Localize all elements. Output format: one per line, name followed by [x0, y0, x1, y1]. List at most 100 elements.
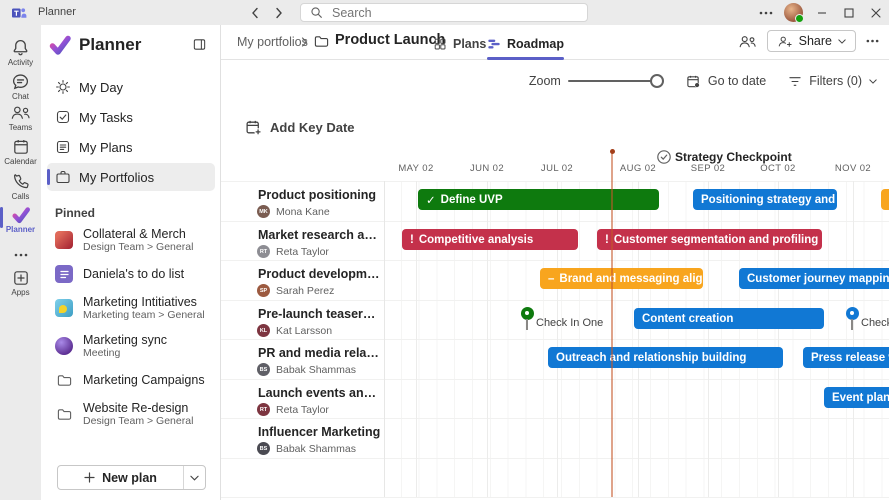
rail-item-teams[interactable]: Teams: [0, 103, 41, 132]
zoom-slider[interactable]: [568, 74, 664, 88]
sidebar-item-my-portfolios[interactable]: My Portfolios: [47, 163, 215, 191]
settings-more-icon[interactable]: [752, 0, 779, 25]
pinned-plan-item[interactable]: Daniela's to do list: [47, 259, 217, 289]
breadcrumb[interactable]: My portfolios: [237, 35, 308, 49]
collapse-pane-icon[interactable]: [192, 37, 207, 52]
task-row-info[interactable]: PR and media relationsBSBabak Shammas: [221, 339, 384, 378]
rail-item-calendar[interactable]: Calendar: [0, 137, 41, 166]
pinned-plan-item[interactable]: Marketing IntitiativesMarketing team > G…: [47, 289, 217, 327]
task-owner-name: Babak Shammas: [276, 443, 356, 455]
sidebar-item-label: My Portfolios: [79, 170, 154, 185]
bar-label: Competitive analysis: [419, 234, 533, 246]
rail-item-label: Teams: [0, 123, 41, 132]
avatar: SP: [257, 284, 270, 297]
sidebar-item-my-day[interactable]: My Day: [47, 73, 215, 101]
search-icon: [310, 6, 323, 19]
share-button[interactable]: Share: [767, 30, 856, 52]
rail-item-calls[interactable]: Calls: [0, 172, 41, 201]
task-bar[interactable]: Outreach and relationship building: [548, 347, 783, 368]
pinned-plan-subtitle: Meeting: [83, 347, 167, 359]
task-bar[interactable]: Content creation: [634, 308, 824, 329]
task-bar[interactable]: Press release writing: [803, 347, 889, 368]
task-row-info[interactable]: Product positioningMKMona Kane: [221, 181, 384, 220]
bar-status-icon: –: [548, 273, 554, 285]
gantt-bars-layer: Product positioningMKMona Kane ✓Define UV…: [221, 25, 889, 500]
task-bar[interactable]: !Competitive analysis: [402, 229, 578, 250]
person-add-icon: [777, 35, 793, 48]
maximize-icon[interactable]: [835, 0, 862, 25]
tasks-icon: [55, 109, 71, 125]
task-title: Influencer Marketing: [258, 425, 382, 439]
filters-button[interactable]: Filters (0): [788, 74, 877, 88]
month-gridline: [853, 181, 854, 497]
zoom-slider-thumb[interactable]: [650, 74, 664, 88]
go-to-date-button[interactable]: Go to date: [686, 74, 766, 89]
members-icon[interactable]: [738, 34, 757, 49]
pinned-plan-text: Marketing syncMeeting: [83, 333, 167, 359]
bar-label: Define UVP: [441, 194, 503, 206]
bell-icon: [0, 38, 41, 57]
avatar: BS: [257, 442, 270, 455]
dots-icon: [0, 245, 41, 264]
sidebar-item-my-plans[interactable]: My Plans: [47, 133, 215, 161]
title-bar: Planner: [0, 0, 889, 25]
task-bar[interactable]: Customer journey mapping: [739, 268, 889, 289]
search-field[interactable]: [330, 5, 578, 21]
tab-plans[interactable]: Plans: [433, 31, 486, 57]
milestone-stem: [526, 319, 528, 330]
task-row-info[interactable]: Launch events and activationsRTReta Tayl…: [221, 379, 384, 418]
pinned-plan-text: Marketing Campaigns: [83, 373, 205, 387]
share-label: Share: [799, 34, 832, 48]
task-bar[interactable]: [881, 189, 889, 210]
pinned-plan-item[interactable]: Marketing Campaigns: [47, 365, 217, 395]
new-plan-button[interactable]: New plan: [57, 465, 206, 490]
task-bar[interactable]: ✓Define UVP: [418, 189, 659, 210]
task-title: Product development collab: [258, 267, 382, 281]
search-input[interactable]: [300, 3, 588, 22]
new-plan-dropdown[interactable]: [183, 466, 205, 489]
plans-icon: [55, 139, 71, 155]
phone-icon: [0, 172, 41, 191]
row-divider: [221, 497, 889, 498]
pinned-plan-item[interactable]: Website Re-designDesign Team > General: [47, 395, 217, 433]
main-content: My portfolios Product Launch Plans Roadm…: [221, 25, 889, 500]
rail-item-more[interactable]: [0, 245, 41, 265]
bar-status-icon: !: [605, 234, 609, 246]
rail-item-planner[interactable]: Planner: [0, 205, 41, 234]
task-bar[interactable]: –Brand and messaging alignment: [540, 268, 703, 289]
task-bar[interactable]: !Customer segmentation and profiling: [597, 229, 822, 250]
milestone-pin-icon: [521, 307, 534, 320]
task-bar[interactable]: Event planning: [824, 387, 889, 408]
task-row-info[interactable]: Product development collabSPSarah Perez: [221, 260, 384, 299]
rail-item-label: Activity: [0, 58, 41, 67]
pinned-plan-item[interactable]: Collateral & MerchDesign Team > General: [47, 221, 217, 259]
rail-item-chat[interactable]: Chat: [0, 72, 41, 101]
task-owner-name: Reta Taylor: [276, 404, 329, 416]
plan-header: My portfolios Product Launch Plans Roadm…: [221, 25, 889, 60]
rail-item-activity[interactable]: Activity: [0, 38, 41, 67]
timeline-month-label: OCT 02: [760, 163, 796, 174]
tab-roadmap[interactable]: Roadmap: [487, 31, 564, 57]
milestone-label: Check In One: [536, 317, 603, 329]
rail-item-label: Calls: [0, 192, 41, 201]
add-key-date-button[interactable]: Add Key Date: [245, 119, 355, 136]
task-row-info[interactable]: Pre-launch teasers and cam...KLKat Larss…: [221, 300, 384, 339]
bar-label: Event planning: [832, 392, 889, 404]
pinned-plan-item[interactable]: Marketing syncMeeting: [47, 327, 217, 365]
rail-item-label: Planner: [0, 225, 41, 234]
forward-arrow-icon[interactable]: [270, 5, 288, 21]
timeline-month-label: AUG 02: [620, 163, 656, 174]
task-row-info[interactable]: Influencer Marketing BS Babak Shammas: [221, 418, 384, 457]
timeline-header: MAY 02JUN 02JUL 02AUG 02SEP 02OCT 02NOV …: [221, 163, 889, 177]
task-title: Market research and analysis: [258, 228, 382, 242]
back-arrow-icon[interactable]: [246, 5, 264, 21]
minimize-icon[interactable]: [808, 0, 835, 25]
more-options-icon[interactable]: [866, 39, 879, 43]
close-icon[interactable]: [862, 0, 889, 25]
task-bar[interactable]: Positioning strategy and mess...: [693, 189, 837, 210]
sidebar-item-my-tasks[interactable]: My Tasks: [47, 103, 215, 131]
user-avatar[interactable]: [784, 3, 803, 22]
pinned-plan-text: Website Re-designDesign Team > General: [83, 401, 193, 427]
rail-item-apps[interactable]: Apps: [0, 268, 41, 297]
task-row-info[interactable]: Market research and analysisRTReta Taylo…: [221, 221, 384, 260]
